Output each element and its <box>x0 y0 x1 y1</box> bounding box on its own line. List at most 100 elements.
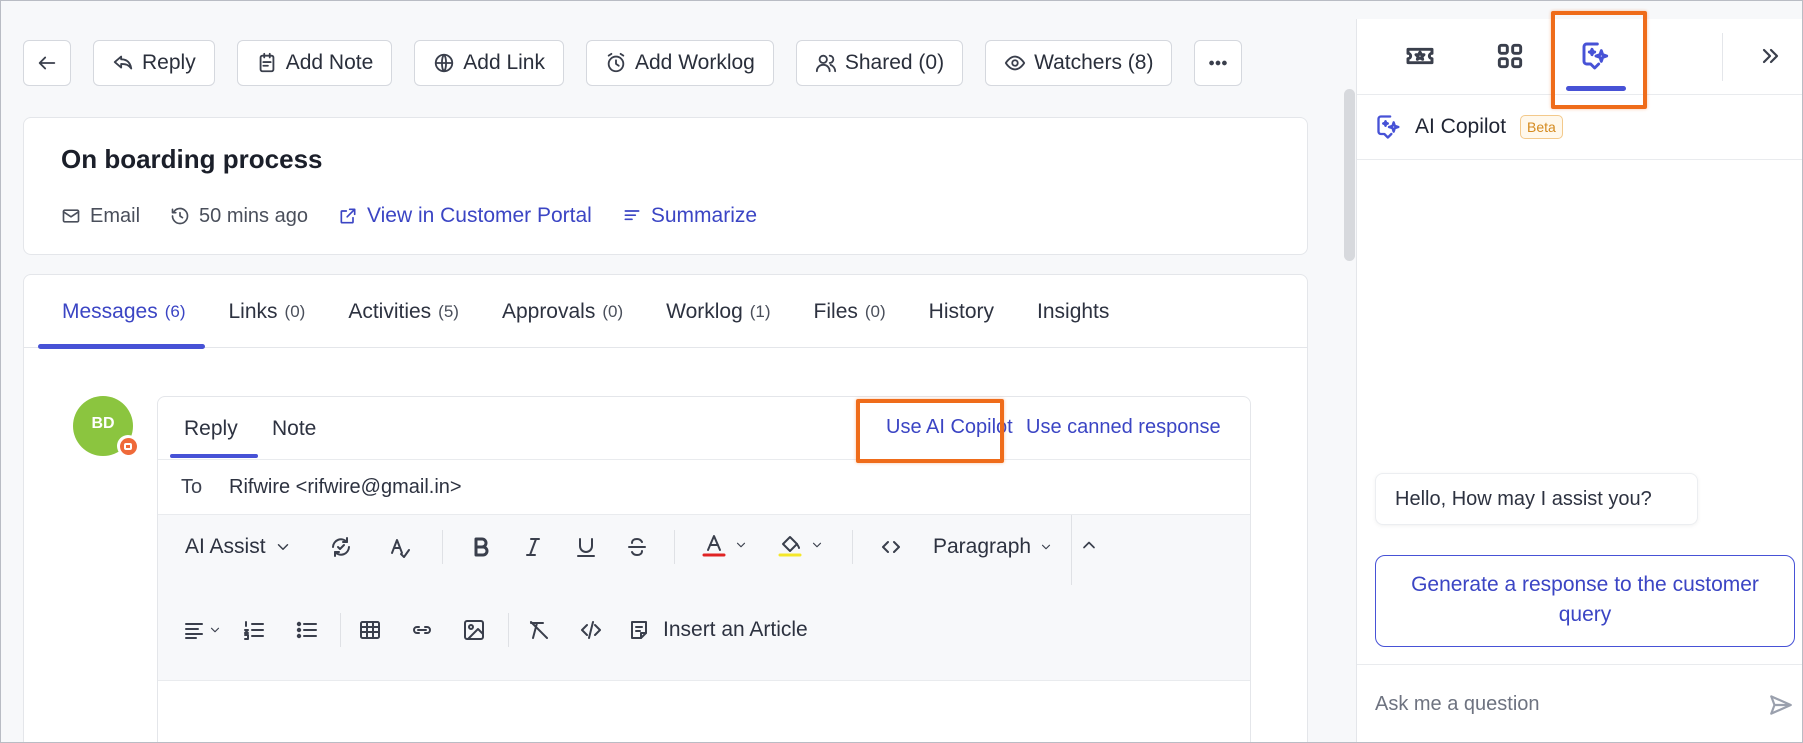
tab-label: Links <box>228 299 278 323</box>
ticket-channel: Email <box>61 205 140 228</box>
add-link-button[interactable]: Add Link <box>414 40 564 86</box>
tab-label: History <box>928 299 995 323</box>
underline-button[interactable] <box>574 535 598 559</box>
tab-messages[interactable]: Messages (6) <box>38 275 204 349</box>
ticket-toolbar: Reply Add Note Add Link Add Worklog Shar… <box>23 39 1243 87</box>
numbered-list-button[interactable] <box>242 618 266 642</box>
align-left-icon <box>185 623 203 639</box>
copilot-greeting: Hello, How may I assist you? <box>1375 473 1698 525</box>
clear-formatting-button[interactable] <box>527 618 551 642</box>
send-button[interactable] <box>1768 692 1794 718</box>
rephrase-icon <box>332 537 350 557</box>
grid-icon <box>1497 43 1523 69</box>
numbered-list-icon <box>244 621 264 640</box>
suggestion-button[interactable]: Generate a response to the customer quer… <box>1375 555 1795 647</box>
tab-activities[interactable]: Activities (5) <box>348 275 459 348</box>
use-canned-response-link[interactable]: Use canned response <box>1026 416 1221 439</box>
tab-label: Activities <box>348 299 432 323</box>
ticket-tabs: Messages (6) Links (0) Activities (5) Appro… <box>24 275 1307 349</box>
ask-input[interactable] <box>1375 687 1735 721</box>
tab-insights[interactable]: Insights <box>1037 275 1109 348</box>
recipient-row: To Rifwire <rifwire@gmail.in> <box>158 460 1250 515</box>
recipient-field[interactable]: Rifwire <rifwire@gmail.in> <box>229 476 462 499</box>
watchers-button[interactable]: Watchers (8) <box>985 40 1173 86</box>
shared-button[interactable]: Shared (0) <box>795 40 964 86</box>
ticket-title: On boarding process <box>61 144 323 174</box>
italic-icon <box>526 538 540 556</box>
arrow-left-icon <box>38 56 56 70</box>
view-in-portal-link[interactable]: View in Customer Portal <box>338 204 592 228</box>
ask-bar <box>1357 664 1802 742</box>
more-actions-button[interactable] <box>1194 40 1243 86</box>
ticket-time: 50 mins ago <box>170 205 308 228</box>
composer-tab-note[interactable]: Note <box>272 417 316 441</box>
italic-button[interactable] <box>521 535 545 559</box>
bold-icon <box>474 537 489 557</box>
tab-label: Files <box>813 299 858 323</box>
block-format-dropdown[interactable]: Paragraph <box>933 535 1053 559</box>
ai-assist-dropdown[interactable]: AI Assist <box>185 535 292 559</box>
note-icon <box>259 52 275 73</box>
ticket-meta: Email 50 mins ago View in Customer Porta… <box>61 204 787 228</box>
tab-count: (6) <box>164 301 186 321</box>
history-icon <box>171 207 189 225</box>
chevron-down-icon <box>277 544 288 550</box>
tab-links[interactable]: Links (0) <box>229 275 306 348</box>
add-worklog-button[interactable]: Add Worklog <box>586 40 774 86</box>
text-lines-icon <box>624 210 640 221</box>
text-color-button[interactable] <box>702 533 748 557</box>
back-button[interactable] <box>23 40 71 86</box>
code-button[interactable] <box>879 535 903 559</box>
message-body[interactable] <box>158 681 1250 742</box>
toolbar-divider <box>852 530 853 564</box>
panel-tab-ticket[interactable] <box>1403 39 1437 73</box>
tab-count: (0) <box>284 301 306 321</box>
ticket-header: On boarding process Email 50 mins ago Vi… <box>23 117 1308 255</box>
insert-article-button[interactable]: Insert an Article <box>627 618 808 642</box>
insert-image-button[interactable] <box>462 618 486 642</box>
chevron-down-icon <box>210 627 220 633</box>
article-icon <box>631 621 647 639</box>
panel-tab-apps[interactable] <box>1493 39 1527 73</box>
editor-toolbar: AI Assist Paragraph Insert an Article <box>158 515 1250 681</box>
chevron-down-icon <box>812 542 822 548</box>
chevron-down-icon <box>1041 544 1051 550</box>
tab-files[interactable]: Files (0) <box>814 275 886 348</box>
strikethrough-button[interactable] <box>625 535 649 559</box>
link-icon <box>413 626 431 634</box>
table-icon <box>360 621 380 639</box>
tab-history[interactable]: History <box>929 275 994 348</box>
add-worklog-label: Add Worklog <box>635 51 755 74</box>
composer-tab-reply[interactable]: Reply <box>184 417 238 441</box>
send-icon <box>1770 695 1792 715</box>
summarize-link[interactable]: Summarize <box>622 204 757 228</box>
more-horizontal-icon <box>1209 60 1228 66</box>
chevron-up-icon <box>1083 541 1095 549</box>
rephrase-button[interactable] <box>329 535 353 559</box>
bold-button[interactable] <box>469 535 493 559</box>
tab-count: (1) <box>749 301 771 321</box>
to-label: To <box>181 475 203 498</box>
collapse-toolbar-button[interactable] <box>1079 535 1099 555</box>
external-link-icon <box>340 208 356 224</box>
insert-link-button[interactable] <box>410 618 434 642</box>
reply-composer: Reply Note Use AI Copilot Use canned res… <box>157 396 1251 742</box>
copilot-panel: AI Copilot Beta Hello, How may I assist … <box>1356 19 1802 742</box>
scrollbar[interactable] <box>1344 89 1355 261</box>
reply-button[interactable]: Reply <box>93 40 215 86</box>
align-dropdown[interactable] <box>182 618 222 642</box>
chevron-down-icon <box>736 542 746 548</box>
bullet-list-button[interactable] <box>295 618 319 642</box>
highlight-color-button[interactable] <box>778 533 824 557</box>
spellcheck-button[interactable] <box>388 535 412 559</box>
source-code-button[interactable] <box>579 618 603 642</box>
underline-icon <box>577 538 595 557</box>
toolbar-divider <box>1071 515 1072 585</box>
tab-label: Insights <box>1037 299 1110 323</box>
insert-table-button[interactable] <box>358 618 382 642</box>
add-note-button[interactable]: Add Note <box>236 40 393 86</box>
tab-approvals[interactable]: Approvals (0) <box>502 275 623 348</box>
collapse-panel-button[interactable] <box>1753 39 1787 73</box>
toolbar-divider <box>674 530 675 564</box>
tab-worklog[interactable]: Worklog (1) <box>666 275 770 348</box>
